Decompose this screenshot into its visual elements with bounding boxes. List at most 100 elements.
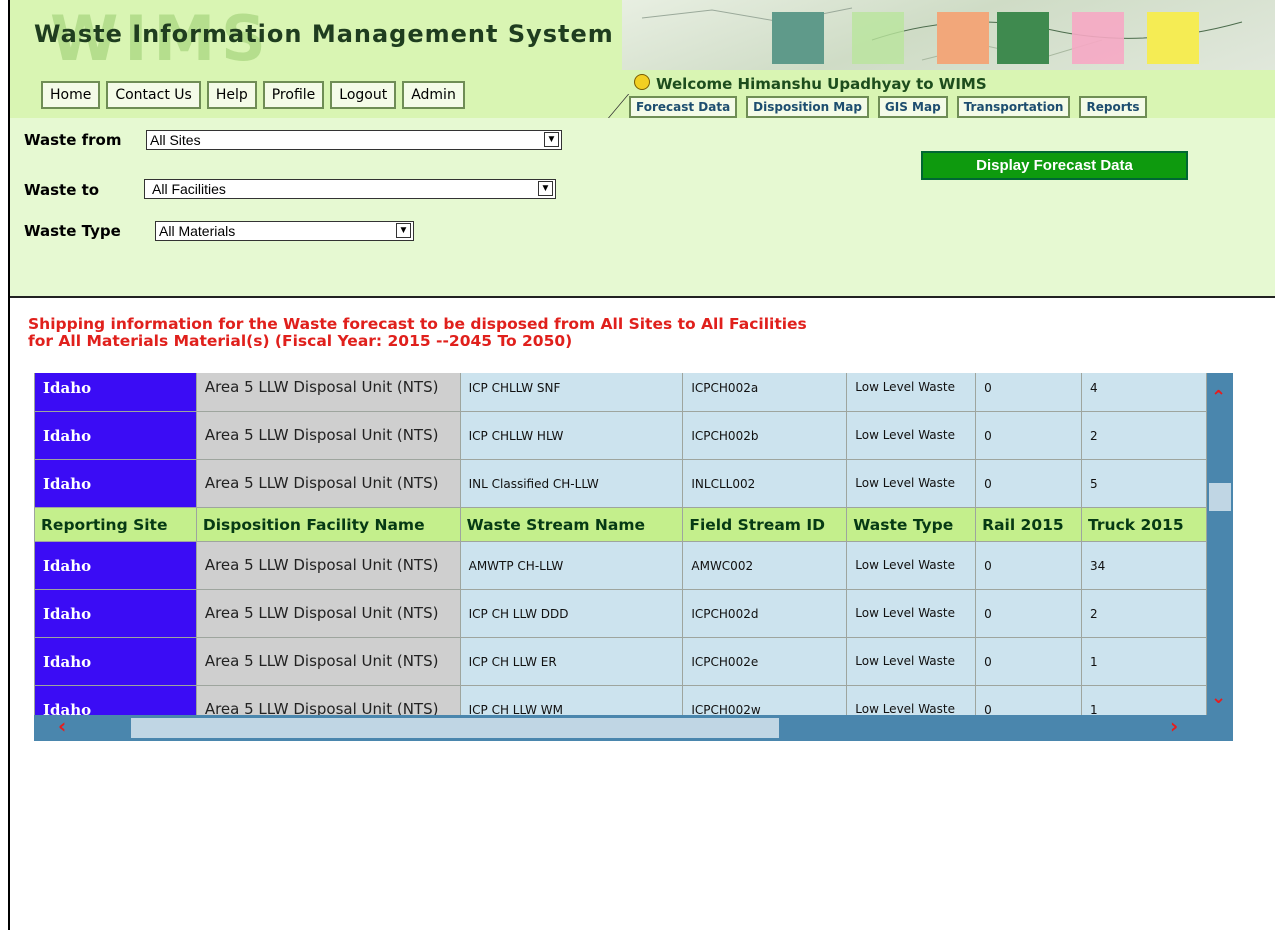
cell-waste-type: Low Level Waste xyxy=(846,373,977,412)
smiley-icon xyxy=(634,74,650,90)
display-forecast-data-button[interactable]: Display Forecast Data xyxy=(921,151,1188,180)
cell-truck-2015: 1 xyxy=(1081,637,1207,686)
table-row[interactable]: Idaho Area 5 LLW Disposal Unit (NTS) ICP C… xyxy=(34,685,1207,715)
cell-rail-2015: 0 xyxy=(975,589,1083,638)
column-header-waste-type[interactable]: Waste Type xyxy=(846,507,977,542)
table-row[interactable]: Idaho Area 5 LLW Disposal Unit (NTS) ICP C… xyxy=(34,637,1207,686)
nav-contact-us-button[interactable]: Contact Us xyxy=(106,81,201,109)
waste-type-select[interactable]: All Materials ▼ xyxy=(155,221,414,241)
shipping-info-line-2: for All Materials Material(s) (Fiscal Ye… xyxy=(28,332,573,350)
cell-waste-stream-name: ICP CHLLW HLW xyxy=(459,411,684,460)
dropdown-arrow-icon[interactable]: ▼ xyxy=(544,132,559,147)
column-header-field-stream-id[interactable]: Field Stream ID xyxy=(682,507,848,542)
table-row[interactable]: Idaho Area 5 LLW Disposal Unit (NTS) INL C… xyxy=(34,459,1207,508)
nav-help-button[interactable]: Help xyxy=(206,81,257,109)
cell-reporting-site: Idaho xyxy=(34,411,197,460)
cell-waste-stream-name: AMWTP CH-LLW xyxy=(459,541,684,590)
filter-panel: Waste from All Sites ▼ Waste to All Faci… xyxy=(10,118,1275,298)
cell-waste-stream-name: ICP CH LLW ER xyxy=(459,637,684,686)
app-header: WIMS Waste Information Management System… xyxy=(10,0,1275,119)
chevron-right-icon[interactable]: › xyxy=(1170,714,1178,738)
chevron-down-icon[interactable]: ⌄ xyxy=(1211,687,1226,708)
nav-home-button[interactable]: Home xyxy=(41,81,101,109)
cell-truck-2015: 1 xyxy=(1081,685,1207,715)
forecast-table: Idaho Area 5 LLW Disposal Unit (NTS) ICP C… xyxy=(34,373,1207,715)
cell-field-stream-id: ICPCH002e xyxy=(682,637,848,686)
column-header-reporting-site[interactable]: Reporting Site xyxy=(34,507,197,542)
main-nav: Home Contact Us Help Profile Logout Admi… xyxy=(41,81,465,109)
shipping-info: Shipping information for the Waste forec… xyxy=(28,316,807,350)
cell-rail-2015: 0 xyxy=(975,685,1083,715)
cell-truck-2015: 5 xyxy=(1081,459,1207,508)
cell-reporting-site: Idaho xyxy=(34,373,197,412)
cell-waste-type: Low Level Waste xyxy=(846,589,977,638)
tab-reports[interactable]: Reports xyxy=(1079,96,1147,118)
nav-profile-button[interactable]: Profile xyxy=(262,81,325,109)
cell-field-stream-id: AMWC002 xyxy=(682,541,848,590)
cell-disposition-facility: Area 5 LLW Disposal Unit (NTS) xyxy=(195,589,461,638)
waste-from-label: Waste from xyxy=(24,131,122,149)
waste-type-label: Waste Type xyxy=(24,222,121,240)
table-row[interactable]: Idaho Area 5 LLW Disposal Unit (NTS) ICP C… xyxy=(34,411,1207,460)
table-header-row: Reporting Site Disposition Facility Name… xyxy=(34,507,1207,542)
column-header-waste-stream-name[interactable]: Waste Stream Name xyxy=(459,507,684,542)
tab-transportation[interactable]: Transportation xyxy=(956,96,1071,118)
column-header-disposition-facility[interactable]: Disposition Facility Name xyxy=(195,507,461,542)
chevron-up-icon[interactable]: ⌃ xyxy=(1211,387,1226,408)
cell-rail-2015: 0 xyxy=(975,637,1083,686)
cell-waste-type: Low Level Waste xyxy=(846,637,977,686)
cell-rail-2015: 0 xyxy=(975,411,1083,460)
cell-truck-2015: 2 xyxy=(1081,411,1207,460)
cell-disposition-facility: Area 5 LLW Disposal Unit (NTS) xyxy=(195,541,461,590)
column-header-rail-2015[interactable]: Rail 2015 xyxy=(975,507,1083,542)
horizontal-scrollbar-thumb[interactable] xyxy=(131,718,779,738)
cell-disposition-facility: Area 5 LLW Disposal Unit (NTS) xyxy=(195,373,461,412)
vertical-scrollbar[interactable]: ⌃ ⌄ xyxy=(1207,373,1233,715)
nav-admin-button[interactable]: Admin xyxy=(402,81,465,109)
cell-truck-2015: 2 xyxy=(1081,589,1207,638)
waste-to-label: Waste to xyxy=(24,181,100,199)
cell-rail-2015: 0 xyxy=(975,459,1083,508)
cell-reporting-site: Idaho xyxy=(34,459,197,508)
cell-waste-type: Low Level Waste xyxy=(846,541,977,590)
banner-map-image xyxy=(622,0,1275,70)
cell-truck-2015: 34 xyxy=(1081,541,1207,590)
waste-from-select[interactable]: All Sites ▼ xyxy=(146,130,562,150)
table-row[interactable]: Idaho Area 5 LLW Disposal Unit (NTS) ICP C… xyxy=(34,589,1207,638)
dropdown-arrow-icon[interactable]: ▼ xyxy=(538,181,553,196)
nav-logout-button[interactable]: Logout xyxy=(330,81,397,109)
tab-disposition-map[interactable]: Disposition Map xyxy=(746,96,869,118)
dropdown-arrow-icon[interactable]: ▼ xyxy=(396,223,411,238)
cell-field-stream-id: ICPCH002w xyxy=(682,685,848,715)
cell-reporting-site: Idaho xyxy=(34,541,197,590)
vertical-scrollbar-thumb[interactable] xyxy=(1209,483,1231,511)
waste-from-value: All Sites xyxy=(150,132,201,148)
tab-gis-map[interactable]: GIS Map xyxy=(877,96,948,118)
cell-truck-2015: 4 xyxy=(1081,373,1207,412)
app-title: Waste Information Management System xyxy=(34,20,614,48)
tab-forecast-data[interactable]: Forecast Data xyxy=(629,96,738,118)
column-header-truck-2015[interactable]: Truck 2015 xyxy=(1081,507,1207,542)
cell-rail-2015: 0 xyxy=(975,373,1083,412)
cell-field-stream-id: INLCLL002 xyxy=(682,459,848,508)
waste-to-select[interactable]: All Facilities ▼ xyxy=(144,179,556,199)
cell-field-stream-id: ICPCH002d xyxy=(682,589,848,638)
forecast-table-viewport: Idaho Area 5 LLW Disposal Unit (NTS) ICP C… xyxy=(34,373,1207,715)
table-row[interactable]: Idaho Area 5 LLW Disposal Unit (NTS) ICP C… xyxy=(34,373,1207,412)
horizontal-scrollbar[interactable]: ‹ › xyxy=(34,714,1233,741)
waste-to-value: All Facilities xyxy=(152,181,226,197)
cell-waste-stream-name: ICP CH LLW DDD xyxy=(459,589,684,638)
cell-waste-type: Low Level Waste xyxy=(846,411,977,460)
table-row[interactable]: Idaho Area 5 LLW Disposal Unit (NTS) AMWTP… xyxy=(34,541,1207,590)
chevron-left-icon[interactable]: ‹ xyxy=(58,714,66,738)
cell-field-stream-id: ICPCH002a xyxy=(682,373,848,412)
cell-disposition-facility: Area 5 LLW Disposal Unit (NTS) xyxy=(195,459,461,508)
welcome-text: Welcome Himanshu Upadhyay to WIMS xyxy=(656,75,987,93)
waste-type-value: All Materials xyxy=(159,223,236,239)
cell-field-stream-id: ICPCH002b xyxy=(682,411,848,460)
cell-waste-stream-name: ICP CHLLW SNF xyxy=(459,373,684,412)
main-tabs: Forecast Data Disposition Map GIS Map Tr… xyxy=(629,96,1147,118)
cell-reporting-site: Idaho xyxy=(34,637,197,686)
cell-disposition-facility: Area 5 LLW Disposal Unit (NTS) xyxy=(195,411,461,460)
cell-disposition-facility: Area 5 LLW Disposal Unit (NTS) xyxy=(195,685,461,715)
